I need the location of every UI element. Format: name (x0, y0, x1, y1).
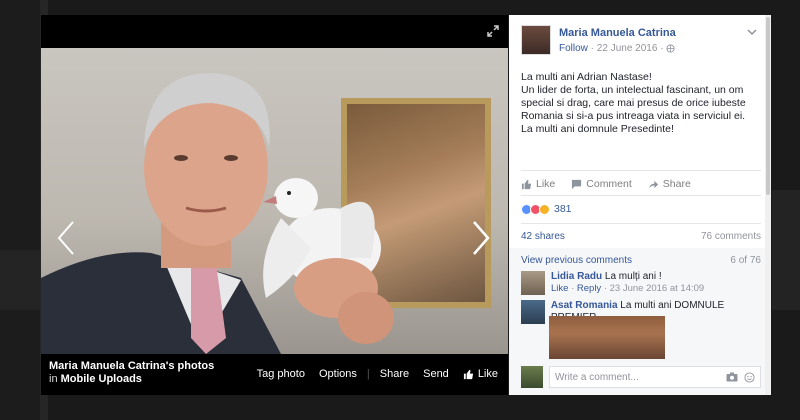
share-button[interactable]: Share (380, 368, 409, 380)
action-divider: | (366, 368, 370, 380)
post-panel: Maria Manuela Catrina Follow · 22 June 2… (509, 15, 771, 395)
author-name[interactable]: Maria Manuela Catrina (559, 27, 676, 39)
comment-input[interactable]: Write a comment... (549, 366, 761, 388)
photo[interactable] (41, 48, 508, 354)
comment-photo[interactable] (549, 316, 665, 359)
comment-time[interactable]: 23 June 2016 at 14:09 (610, 283, 705, 294)
comment-composer: Write a comment... (521, 365, 761, 389)
divider (521, 195, 761, 196)
comment-like-link[interactable]: Like (551, 283, 568, 294)
photo-subject (41, 73, 394, 354)
comment-text: La mulți ani ! (604, 271, 662, 282)
viewer-like-button[interactable]: Like (463, 368, 498, 380)
album-caption: Maria Manuela Catrina's photos in Mobile… (49, 360, 214, 386)
comment-button[interactable]: Comment (571, 178, 632, 190)
commenter-avatar[interactable] (521, 300, 545, 324)
chevron-down-icon[interactable] (747, 29, 757, 37)
emoji-icon[interactable] (744, 371, 755, 383)
share-post-button[interactable]: Share (648, 178, 691, 190)
viewer-like-label: Like (477, 368, 498, 380)
fullscreen-icon[interactable] (486, 24, 500, 38)
like-button[interactable]: Like (521, 178, 555, 190)
meta-separator: · (587, 43, 597, 54)
panel-scrollbar[interactable] (765, 15, 771, 395)
comment-placeholder: Write a comment... (555, 371, 639, 383)
thumbs-up-icon (463, 369, 473, 379)
divider (521, 223, 761, 224)
post-header: Maria Manuela Catrina Follow · 22 June 2… (521, 25, 676, 55)
send-button[interactable]: Send (423, 368, 449, 380)
wow-reaction-icon (539, 203, 550, 215)
background-tile (0, 250, 40, 310)
meta-separator: · (657, 43, 667, 54)
album-name-link[interactable]: Mobile Uploads (61, 373, 142, 385)
post-date[interactable]: 22 June 2016 (597, 43, 658, 54)
background-tile (772, 190, 800, 310)
next-photo-icon[interactable] (466, 218, 496, 258)
share-arrow-icon (648, 180, 658, 189)
reactions-summary[interactable]: 381 (521, 203, 572, 215)
globe-icon[interactable] (666, 44, 675, 53)
comment-label: Comment (586, 178, 632, 190)
post-actions: Like Comment Share (521, 178, 707, 190)
tag-photo-button[interactable]: Tag photo (257, 368, 305, 380)
post-line: La multi ani domnule Presedinte! (521, 123, 674, 135)
post-line: La multi ani Adrian Nastase! (521, 71, 652, 83)
commenter-name[interactable]: Asat Romania (551, 300, 618, 311)
view-previous-comments-link[interactable]: View previous comments (521, 255, 632, 266)
comment-reply-link[interactable]: Reply (577, 283, 601, 294)
reactions-count: 381 (554, 203, 572, 215)
photo-viewer: Maria Manuela Catrina's photos in Mobile… (41, 15, 508, 395)
thumbs-up-icon (521, 179, 532, 189)
shares-link[interactable]: 42 shares (521, 231, 565, 242)
post-text: La multi ani Adrian Nastase! Un lider de… (521, 71, 761, 136)
commenter-avatar[interactable] (521, 271, 545, 295)
viewer-topbar (41, 15, 508, 48)
post-line: Un lider de forta, un intelectual fascin… (521, 84, 746, 122)
author-avatar[interactable] (521, 25, 551, 55)
follow-link[interactable]: Follow (559, 43, 588, 54)
options-button[interactable]: Options (319, 368, 357, 380)
viewer-bottombar: Maria Manuela Catrina's photos in Mobile… (41, 354, 508, 395)
divider (521, 170, 761, 171)
like-label: Like (536, 178, 556, 190)
scroll-thumb[interactable] (766, 17, 770, 195)
comment-item: Lidia Radu La mulți ani ! Like · Reply ·… (521, 271, 704, 295)
album-prefix: in (49, 373, 58, 385)
comment-icon (572, 179, 582, 189)
comments-pager: 6 of 76 (730, 255, 761, 266)
counts-row: 42 shares 76 comments (521, 231, 761, 242)
previous-photo-icon[interactable] (51, 218, 81, 258)
camera-icon[interactable] (726, 372, 738, 382)
album-owner-link[interactable]: Maria Manuela Catrina's photos (49, 360, 214, 372)
comments-count[interactable]: 76 comments (701, 231, 761, 242)
previous-comments-row: View previous comments 6 of 76 (521, 255, 761, 266)
viewer-actions: Tag photo Options | Share Send Like (243, 368, 498, 380)
share-label: Share (662, 178, 691, 190)
current-user-avatar (521, 366, 543, 388)
commenter-name[interactable]: Lidia Radu (551, 271, 602, 282)
